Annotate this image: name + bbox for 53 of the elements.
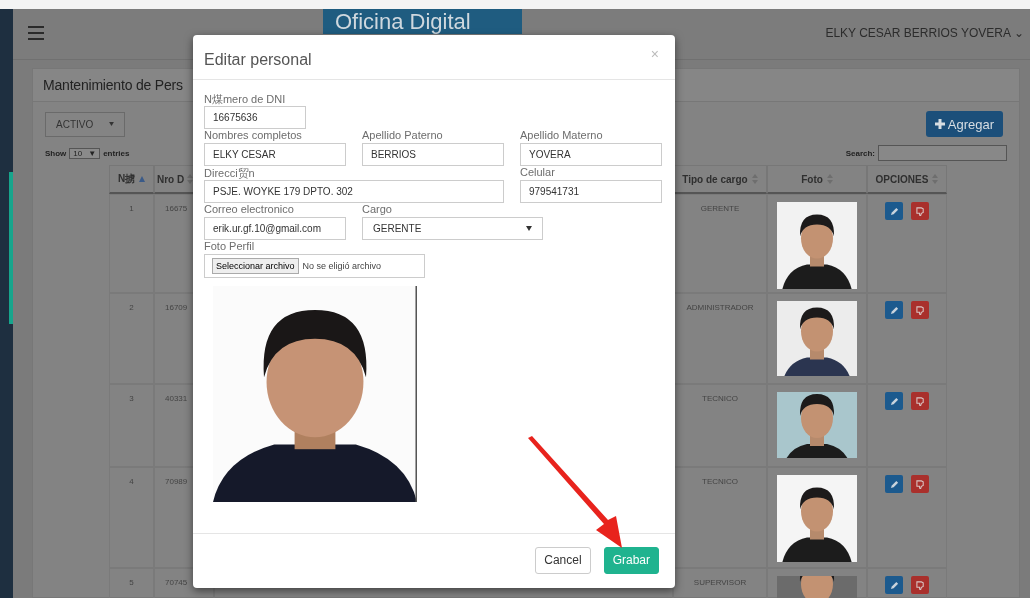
logo: Oficina Digital <box>323 9 522 34</box>
thumbs-down-icon <box>915 305 925 315</box>
add-button[interactable]: Agregar <box>925 111 1003 137</box>
page-size-select[interactable]: 10 ▼ <box>69 147 101 159</box>
file-status: No se eligió archivo <box>302 261 382 271</box>
edit-button[interactable] <box>885 392 903 410</box>
edit-button[interactable] <box>885 475 903 493</box>
caret-icon <box>109 122 114 126</box>
input-field[interactable]: YOVERA <box>520 143 662 166</box>
delete-button[interactable] <box>911 202 929 220</box>
pencil-icon <box>889 580 899 590</box>
field-label: Apellido Materno <box>520 129 604 143</box>
input-field[interactable]: 16675636 <box>204 106 306 129</box>
pencil-icon <box>889 479 899 489</box>
field-label: Cargo <box>362 203 393 217</box>
pencil-icon <box>889 305 899 315</box>
edit-button[interactable] <box>885 576 903 594</box>
field-label: Nombres completos <box>204 129 303 143</box>
delete-button[interactable] <box>911 392 929 410</box>
edit-button[interactable] <box>885 202 903 220</box>
input-field[interactable]: 979541731 <box>520 180 662 203</box>
caret-icon <box>526 226 532 231</box>
thumbs-down-icon <box>915 580 925 590</box>
choose-file-button[interactable]: Seleccionar archivo <box>212 258 299 274</box>
delete-button[interactable] <box>911 475 929 493</box>
search-field[interactable] <box>878 145 1007 161</box>
file-input[interactable]: Seleccionar archivo No se eligió archivo <box>204 254 425 278</box>
dialog-title: Editar personal <box>204 51 312 69</box>
pencil-icon <box>889 206 899 216</box>
cancel-button[interactable]: Cancel <box>535 546 591 574</box>
thumbs-down-icon <box>915 396 925 406</box>
entries-label: entries <box>103 148 130 158</box>
input-field[interactable]: ELKY CESAR <box>204 143 346 166</box>
edit-button[interactable] <box>885 301 903 319</box>
column-header[interactable]: N掳 <box>109 165 154 194</box>
input-field[interactable]: erik.ur.gf.10@gmail.com <box>204 217 346 240</box>
delete-button[interactable] <box>911 576 929 594</box>
select-field[interactable]: GERENTE <box>362 217 543 240</box>
input-field[interactable]: PSJE. WOYKE 179 DPTO. 302 <box>204 180 504 203</box>
input-field[interactable]: BERRIOS <box>362 143 504 166</box>
column-header[interactable]: OPCIONES <box>867 165 947 194</box>
pencil-icon <box>889 396 899 406</box>
thumbs-down-icon <box>915 206 925 216</box>
field-label: Celular <box>520 166 556 180</box>
plus-icon <box>934 119 945 129</box>
search-label: Search: <box>845 148 875 158</box>
menu-icon[interactable] <box>28 26 44 40</box>
show-label: Show <box>45 148 67 158</box>
delete-button[interactable] <box>911 301 929 319</box>
thumbs-down-icon <box>915 479 925 489</box>
status-select[interactable]: ACTIVO <box>45 111 125 137</box>
field-label: Apellido Paterno <box>362 129 444 143</box>
column-header[interactable]: Foto <box>767 165 867 194</box>
